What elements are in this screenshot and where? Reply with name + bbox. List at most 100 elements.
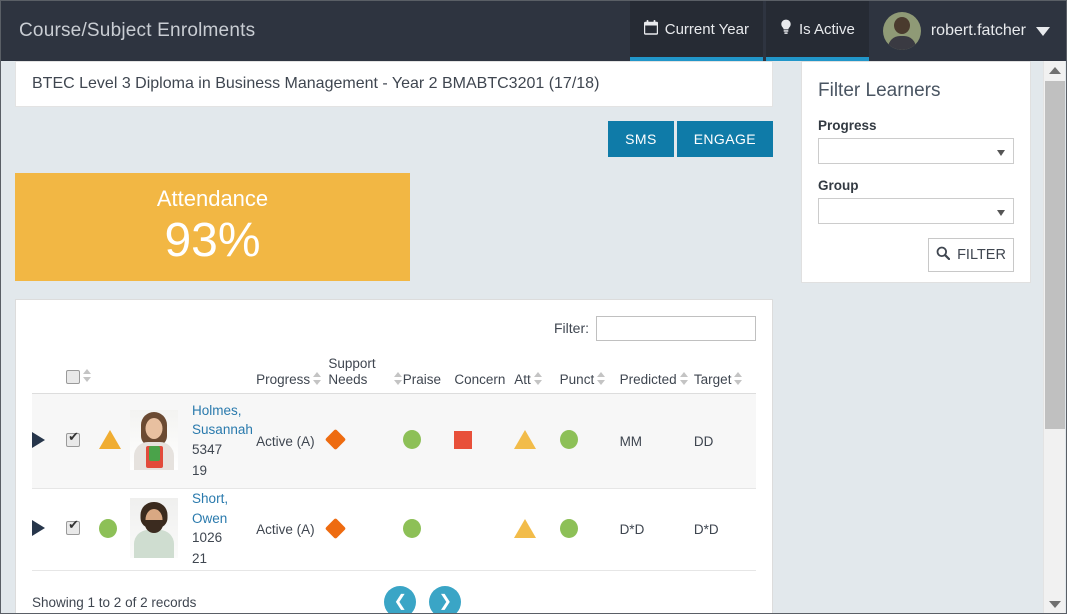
- filter-learners-panel: Filter Learners Progress Group FILTER: [801, 61, 1031, 283]
- cell-select[interactable]: [66, 393, 100, 490]
- punct-indicator: [559, 430, 578, 450]
- att-indicator: [514, 430, 537, 450]
- cell-predicted: MM: [619, 393, 694, 490]
- sort-icon[interactable]: [734, 371, 743, 386]
- table-row[interactable]: Holmes, Susannah 5347 19 Active (A): [32, 393, 756, 490]
- th-predicted[interactable]: Predicted: [619, 356, 694, 395]
- support-needs-indicator: [325, 517, 347, 539]
- concern-indicator: [454, 430, 473, 449]
- next-page-button[interactable]: ❯: [429, 586, 462, 613]
- cell-att: [514, 488, 560, 571]
- learner-photo: [130, 498, 179, 559]
- th-concern: Concern: [454, 356, 515, 395]
- top-bar-right-group: Current Year Is Active robert.fatcher: [629, 1, 1066, 61]
- is-active-label: Is Active: [798, 20, 855, 38]
- cell-progress: Active (A): [256, 393, 329, 490]
- course-title-panel: BTEC Level 3 Diploma in Business Managem…: [15, 61, 773, 107]
- table-filter-input[interactable]: [596, 315, 756, 341]
- sort-icon[interactable]: [393, 371, 403, 386]
- engage-button[interactable]: ENGAGE: [676, 121, 773, 157]
- row-checkbox[interactable]: [66, 518, 81, 536]
- support-needs-indicator: [325, 428, 347, 451]
- learner-id: 1026: [192, 530, 223, 546]
- records-summary: Showing 1 to 2 of 2 records: [32, 594, 197, 610]
- th-progress[interactable]: Progress: [256, 356, 329, 395]
- cell-support-needs: [325, 488, 403, 571]
- cell-expand[interactable]: [32, 488, 67, 571]
- cell-learner: Short, Owen 1026 21: [192, 488, 257, 571]
- search-icon: [936, 246, 951, 264]
- filter-button-label: FILTER: [957, 247, 1006, 263]
- th-flag: [99, 356, 131, 395]
- punct-indicator: [559, 518, 578, 538]
- group-filter-group: Group: [818, 178, 1014, 224]
- learners-table-panel: Filter: Progress Support Needs Praise Co…: [15, 299, 773, 613]
- sms-button[interactable]: SMS: [608, 121, 674, 157]
- th-support-needs-label: Support Needs: [328, 356, 376, 387]
- scroll-up-arrow-icon[interactable]: [1044, 61, 1066, 79]
- th-support-needs[interactable]: Support Needs: [328, 356, 403, 395]
- learner-id: 5347: [192, 441, 223, 457]
- chevron-down-icon[interactable]: [1036, 26, 1050, 36]
- cell-praise: [402, 488, 455, 571]
- current-year-filter-chip[interactable]: Current Year: [629, 1, 763, 61]
- th-att-label: Att: [514, 371, 531, 387]
- calendar-icon: [643, 19, 658, 39]
- th-att[interactable]: Att: [514, 356, 560, 395]
- cell-expand[interactable]: [32, 393, 67, 490]
- group-filter-label: Group: [818, 178, 859, 193]
- expand-row-icon[interactable]: [32, 431, 45, 448]
- th-punct-label: Punct: [559, 371, 595, 387]
- scrollbar-thumb[interactable]: [1045, 81, 1065, 429]
- previous-page-button[interactable]: ❮: [384, 586, 417, 613]
- table-row[interactable]: Short, Owen 1026 21 Active (A): [32, 488, 756, 571]
- cell-flag: [99, 488, 131, 571]
- cell-predicted: D*D: [619, 488, 694, 571]
- table-footer: Showing 1 to 2 of 2 records ❮ ❯: [32, 574, 756, 613]
- cell-punct: [559, 393, 620, 490]
- cell-flag: [99, 393, 131, 490]
- cell-target: D*D: [693, 488, 756, 571]
- vertical-scrollbar[interactable]: [1043, 61, 1065, 613]
- learner-age: 21: [192, 551, 208, 567]
- table-filter-label: Filter:: [554, 320, 589, 336]
- sort-icon[interactable]: [83, 368, 92, 383]
- main-content: BTEC Level 3 Diploma in Business Managem…: [1, 61, 1045, 613]
- progress-select[interactable]: [818, 138, 1014, 164]
- sort-icon[interactable]: [597, 371, 606, 386]
- th-target[interactable]: Target: [693, 356, 756, 395]
- cell-target: DD: [693, 393, 756, 490]
- filter-panel-title: Filter Learners: [818, 80, 941, 101]
- th-praise-label: Praise: [402, 371, 441, 387]
- cell-select[interactable]: [66, 488, 100, 571]
- th-select-all[interactable]: [66, 356, 100, 395]
- table-filter-row: Filter:: [32, 314, 756, 342]
- th-learner: [192, 356, 257, 395]
- learner-age: 19: [192, 462, 208, 478]
- cell-photo: [130, 488, 193, 571]
- select-all-checkbox[interactable]: [66, 369, 81, 384]
- cell-support-needs: [325, 393, 403, 490]
- learners-table: Progress Support Needs Praise Concern At…: [32, 356, 756, 571]
- sort-icon[interactable]: [533, 371, 543, 386]
- page-title: Course/Subject Enrolments: [19, 20, 256, 41]
- th-punct[interactable]: Punct: [559, 356, 620, 395]
- user-menu[interactable]: robert.fatcher: [869, 1, 1066, 61]
- th-expand: [32, 356, 67, 395]
- cell-punct: [559, 488, 620, 571]
- row-checkbox[interactable]: [66, 430, 81, 447]
- expand-row-icon[interactable]: [32, 520, 45, 537]
- application-window: Course/Subject Enrolments Current Year I…: [0, 0, 1067, 614]
- sort-icon[interactable]: [679, 371, 689, 386]
- group-select[interactable]: [818, 198, 1014, 224]
- is-active-filter-chip[interactable]: Is Active: [765, 1, 869, 61]
- cell-praise: [402, 393, 455, 490]
- sort-icon[interactable]: [313, 371, 322, 386]
- learner-name-link[interactable]: Holmes, Susannah: [192, 401, 256, 440]
- top-navigation-bar: Course/Subject Enrolments Current Year I…: [1, 1, 1066, 61]
- scroll-down-arrow-icon[interactable]: [1044, 595, 1066, 613]
- filter-button[interactable]: FILTER: [928, 238, 1014, 272]
- cell-learner: Holmes, Susannah 5347 19: [192, 393, 257, 490]
- learner-name-link[interactable]: Short, Owen: [192, 489, 256, 528]
- praise-indicator: [402, 518, 421, 538]
